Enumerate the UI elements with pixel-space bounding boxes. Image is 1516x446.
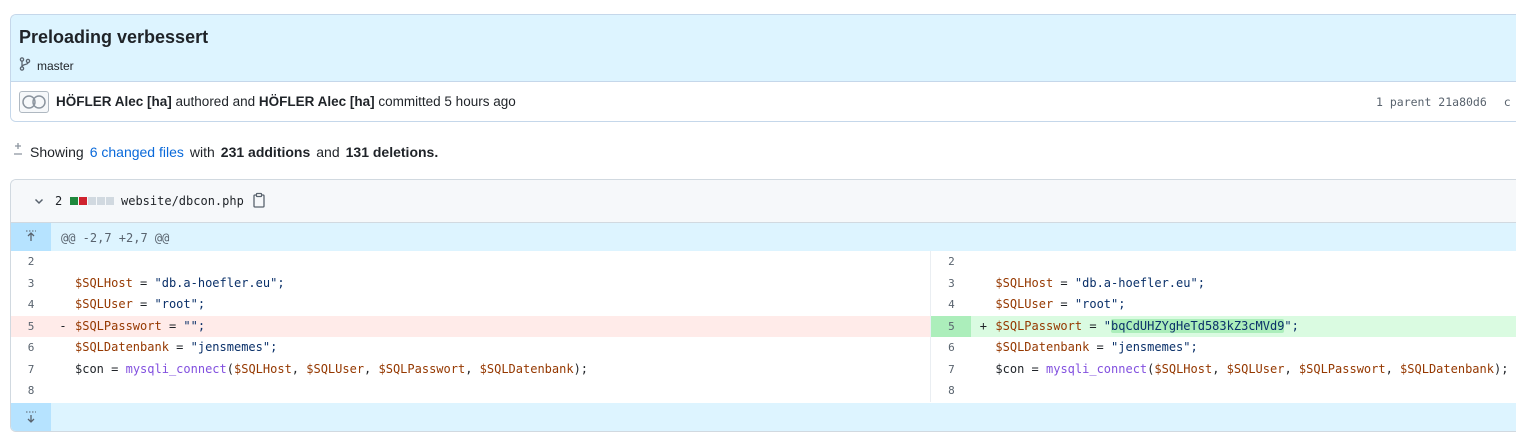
committed-text: committed 5 hours ago — [378, 94, 516, 109]
diff-row: 7 $con = mysqli_connect($SQLHost, $SQLUse… — [11, 358, 1516, 381]
expand-up-icon[interactable] — [11, 223, 51, 251]
diff-row: 4 $SQLUser = "root"; 4 $SQLUser = "root"; — [11, 294, 1516, 316]
summary-and: and — [316, 143, 340, 160]
summary-with: with — [189, 143, 215, 160]
diffstat-block — [88, 197, 96, 205]
hunk-footer — [11, 403, 1516, 431]
added-line: 5 + $SQLPasswort = "bqCdUHZYgHeTd583kZ3cMV… — [930, 315, 1516, 337]
code-line: $con = mysqli_connect($SQLHost, $SQLUser… — [995, 361, 1509, 376]
file-diff: 2 website/dbcon.php @@ -2,7 +2,7 @@ 2 2 … — [10, 179, 1516, 432]
hunk-header-text: @@ -2,7 +2,7 @@ — [61, 231, 170, 245]
committer-link[interactable]: HÖFLER Alec [ha] — [259, 94, 375, 109]
line-number[interactable]: 7 — [11, 359, 51, 381]
file-header: 2 website/dbcon.php — [11, 180, 1516, 223]
code-line: $SQLHost = "db.a-hoefler.eu"; — [75, 275, 285, 290]
diffstat-block — [79, 197, 87, 205]
commit-meta: HÖFLER Alec [ha] authored and HÖFLER Ale… — [11, 82, 1516, 121]
line-number[interactable]: 3 — [931, 273, 971, 295]
change-count: 2 — [55, 194, 63, 208]
changed-files-link[interactable]: 6 changed files — [90, 144, 184, 160]
code-line: $SQLUser = "root"; — [75, 297, 206, 311]
commit-title: Preloading verbessert — [19, 27, 209, 47]
file-name[interactable]: website/dbcon.php — [121, 194, 244, 208]
commit-header: Preloading verbessert master HÖFLER Alec… — [10, 14, 1516, 122]
code-line: $SQLDatenbank = "jensmemes"; — [995, 340, 1198, 354]
line-number[interactable]: 6 — [931, 337, 971, 359]
line-number[interactable]: 6 — [11, 337, 51, 359]
diff-icon — [12, 142, 24, 161]
line-number[interactable]: 5 — [11, 315, 51, 337]
summary-prefix: Showing — [30, 143, 84, 160]
author-line: HÖFLER Alec [ha] authored and HÖFLER Ale… — [56, 94, 516, 109]
parent-info: 1 parent 21a80d6 c — [1376, 95, 1511, 109]
commit-sha-fragment: c — [1503, 95, 1511, 109]
diff-row: 3 $SQLHost = "db.a-hoefler.eu"; 3 $SQLHost… — [11, 272, 1516, 295]
diff-rows: 2 2 3 $SQLHost = "db.a-hoefler.eu"; 3 $SQL… — [11, 251, 1516, 402]
copy-icon[interactable] — [252, 192, 266, 213]
diff-row: 2 2 — [11, 251, 1516, 273]
line-number[interactable]: 5 — [931, 315, 972, 337]
diffstat-block — [70, 197, 78, 205]
additions-count: 231 additions — [220, 143, 311, 160]
code-line: $SQLDatenbank = "jensmemes"; — [75, 340, 278, 354]
diffstat-block — [97, 197, 105, 205]
expand-down-icon[interactable] — [11, 403, 51, 431]
line-number[interactable]: 2 — [931, 251, 971, 273]
code-line: $SQLHost = "db.a-hoefler.eu"; — [995, 275, 1205, 290]
line-number[interactable]: 8 — [11, 380, 51, 402]
commit-title-bar: Preloading verbessert master — [11, 15, 1516, 82]
parent-link[interactable]: 1 parent 21a80d6 — [1376, 95, 1487, 109]
branch-info[interactable]: master — [19, 57, 74, 74]
author-link[interactable]: HÖFLER Alec [ha] — [56, 94, 172, 109]
diffstat — [70, 197, 114, 205]
line-number[interactable]: 8 — [931, 380, 971, 402]
line-number[interactable]: 2 — [11, 251, 51, 273]
authored-text: authored and — [175, 94, 256, 109]
added-word-highlight: bqCdUHZYgHeTd583kZ3cMVd9 — [1111, 318, 1285, 333]
diff-row: 8 8 — [11, 380, 1516, 402]
code-line: $SQLUser = "root"; — [995, 297, 1126, 311]
line-number[interactable]: 4 — [11, 294, 51, 316]
branch-name: master — [37, 58, 74, 73]
line-number[interactable]: 7 — [931, 359, 971, 381]
deletions-count: 131 deletions. — [345, 143, 439, 160]
diff-row: 6 $SQLDatenbank = "jensmemes"; 6 $SQLDaten… — [11, 337, 1516, 359]
line-number[interactable]: 3 — [11, 273, 51, 295]
code-line: $con = mysqli_connect($SQLHost, $SQLUser… — [75, 361, 589, 376]
git-branch-icon — [19, 57, 31, 74]
line-number[interactable]: 4 — [931, 294, 971, 316]
diff-summary: Showing 6 changed files with 231 additio… — [12, 142, 438, 161]
hunk-header: @@ -2,7 +2,7 @@ — [11, 223, 1516, 251]
deleted-line: 5- $SQLPasswort = ""; — [11, 315, 931, 337]
diffstat-block — [106, 197, 114, 205]
diff-row-changed: 5- $SQLPasswort = ""; 5 + $SQLPasswort = "b… — [11, 315, 1516, 337]
chevron-down-icon[interactable] — [33, 194, 45, 212]
avatar[interactable] — [19, 91, 49, 113]
